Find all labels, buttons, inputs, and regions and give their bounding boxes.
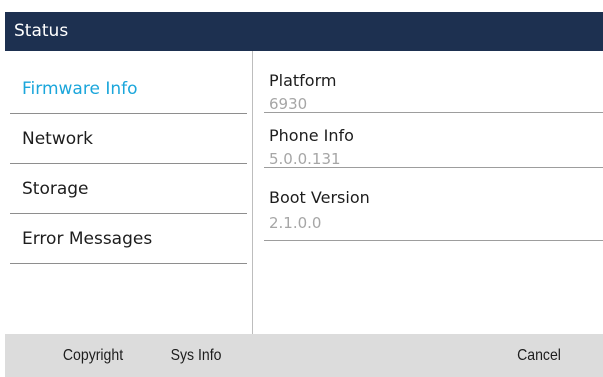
field-value: 6930 (269, 95, 308, 113)
phone-screen: Status Firmware Info Network Storage Err… (0, 0, 603, 377)
menu-item-label: Network (22, 129, 93, 149)
menu-item-label: Error Messages (22, 229, 153, 249)
softkey-label: Copyright (62, 347, 124, 364)
menu-item-firmware-info[interactable]: Firmware Info (10, 64, 247, 114)
title-bar: Status (5, 12, 603, 51)
sys-info-softkey[interactable]: Sys Info (161, 334, 231, 377)
page-title: Status (14, 21, 69, 41)
status-menu: Firmware Info Network Storage Error Mess… (5, 51, 253, 334)
platform-field: Platform 6930 (264, 58, 603, 113)
softkey-label: Cancel (517, 347, 561, 364)
field-label: Phone Info (269, 126, 354, 145)
phone-info-field: Phone Info 5.0.0.131 (264, 113, 603, 168)
field-label: Platform (269, 71, 337, 90)
menu-item-label: Firmware Info (22, 79, 138, 99)
copyright-softkey[interactable]: Copyright (49, 334, 137, 377)
field-value: 2.1.0.0 (269, 214, 322, 232)
menu-item-storage[interactable]: Storage (10, 164, 247, 214)
boot-version-field: Boot Version 2.1.0.0 (264, 168, 603, 241)
menu-item-label: Storage (22, 179, 89, 199)
field-label: Boot Version (269, 188, 370, 207)
menu-item-error-messages[interactable]: Error Messages (10, 214, 247, 264)
softkey-bar: Copyright Sys Info Cancel (5, 334, 603, 377)
firmware-info-panel: Platform 6930 Phone Info 5.0.0.131 Boot … (253, 51, 603, 334)
menu-item-network[interactable]: Network (10, 114, 247, 164)
field-value: 5.0.0.131 (269, 150, 341, 168)
cancel-softkey[interactable]: Cancel (504, 334, 574, 377)
softkey-label: Sys Info (170, 347, 222, 364)
